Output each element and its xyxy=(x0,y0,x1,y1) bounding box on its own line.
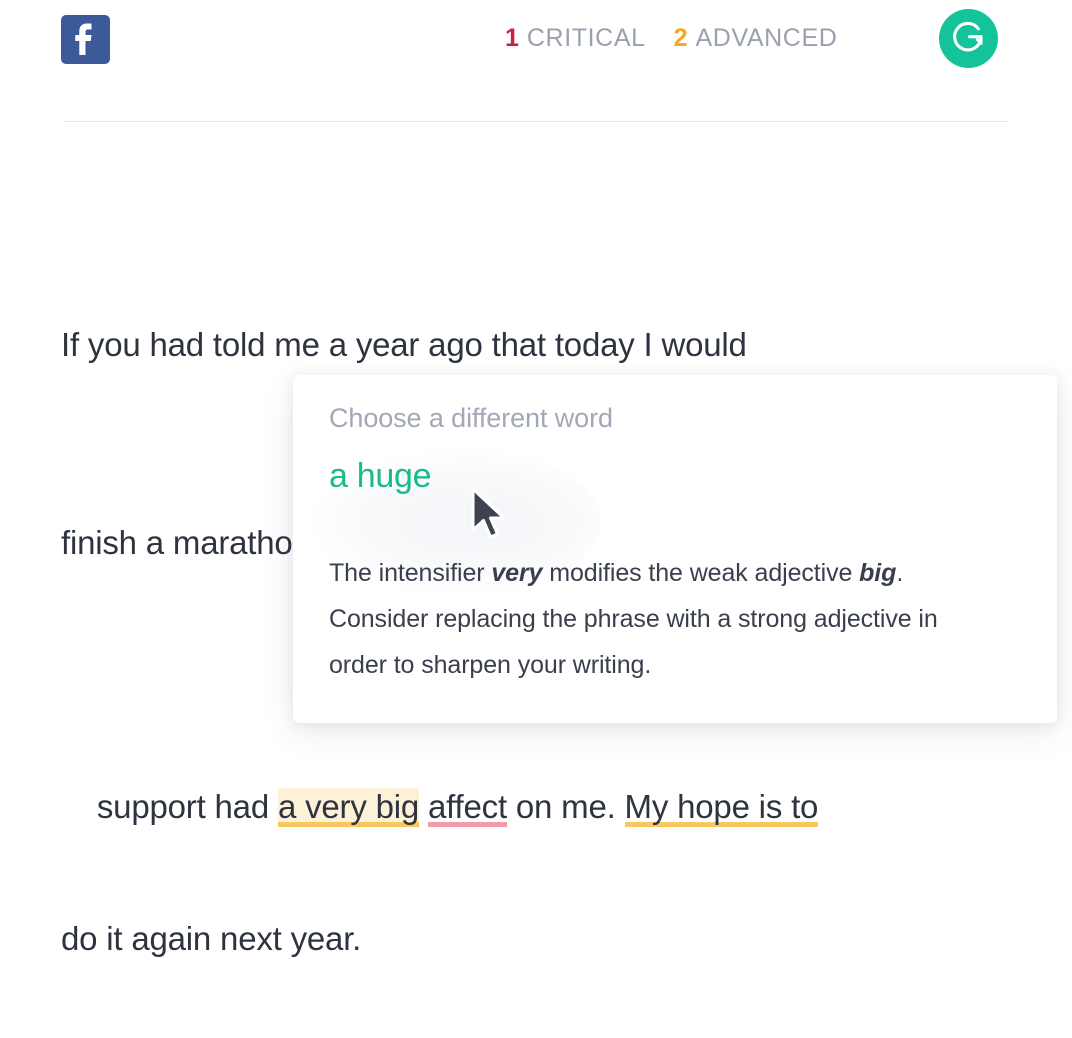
line3-prefix: support had xyxy=(96,788,278,825)
line3-space xyxy=(419,788,428,825)
explanation-part-1: The intensifier xyxy=(329,559,492,587)
explanation-part-2: modifies the weak adjective xyxy=(542,559,860,587)
advanced-count-number: 2 xyxy=(673,24,688,52)
document-line-4: do it again next year. xyxy=(61,920,362,957)
explanation-emphasis-big: big xyxy=(859,559,897,587)
line3-suffix: on me. xyxy=(506,788,625,825)
app-header: 1 CRITICAL 2 ADVANCED xyxy=(0,0,1072,122)
highlighted-phrase-a-very-big[interactable]: a very big xyxy=(277,788,419,827)
suggestion-replacement-button[interactable]: a huge xyxy=(329,457,432,496)
count-item-advanced[interactable]: 2 ADVANCED xyxy=(674,24,838,53)
issue-counts: 1 CRITICAL 2 ADVANCED xyxy=(505,24,837,53)
facebook-icon[interactable] xyxy=(61,15,110,64)
header-divider xyxy=(63,121,1008,122)
critical-count-number: 1 xyxy=(505,24,519,52)
document-line-1: If you had told me a year ago that today… xyxy=(61,326,747,363)
grammarly-logo-icon[interactable] xyxy=(939,9,998,68)
critical-count-label: CRITICAL xyxy=(526,24,646,52)
explanation-emphasis-very: very xyxy=(491,559,543,587)
advanced-count-label: ADVANCED xyxy=(695,24,838,52)
error-word-affect[interactable]: affect xyxy=(428,788,507,827)
suggestion-explanation: The intensifier very modifies the weak a… xyxy=(329,550,969,688)
suggestion-card: Choose a different word a huge The inten… xyxy=(293,375,1057,723)
count-item-critical[interactable]: 1 CRITICAL xyxy=(505,24,646,53)
advanced-phrase-my-hope-is-to[interactable]: My hope is to xyxy=(625,788,819,827)
suggestion-card-title: Choose a different word xyxy=(329,403,613,433)
